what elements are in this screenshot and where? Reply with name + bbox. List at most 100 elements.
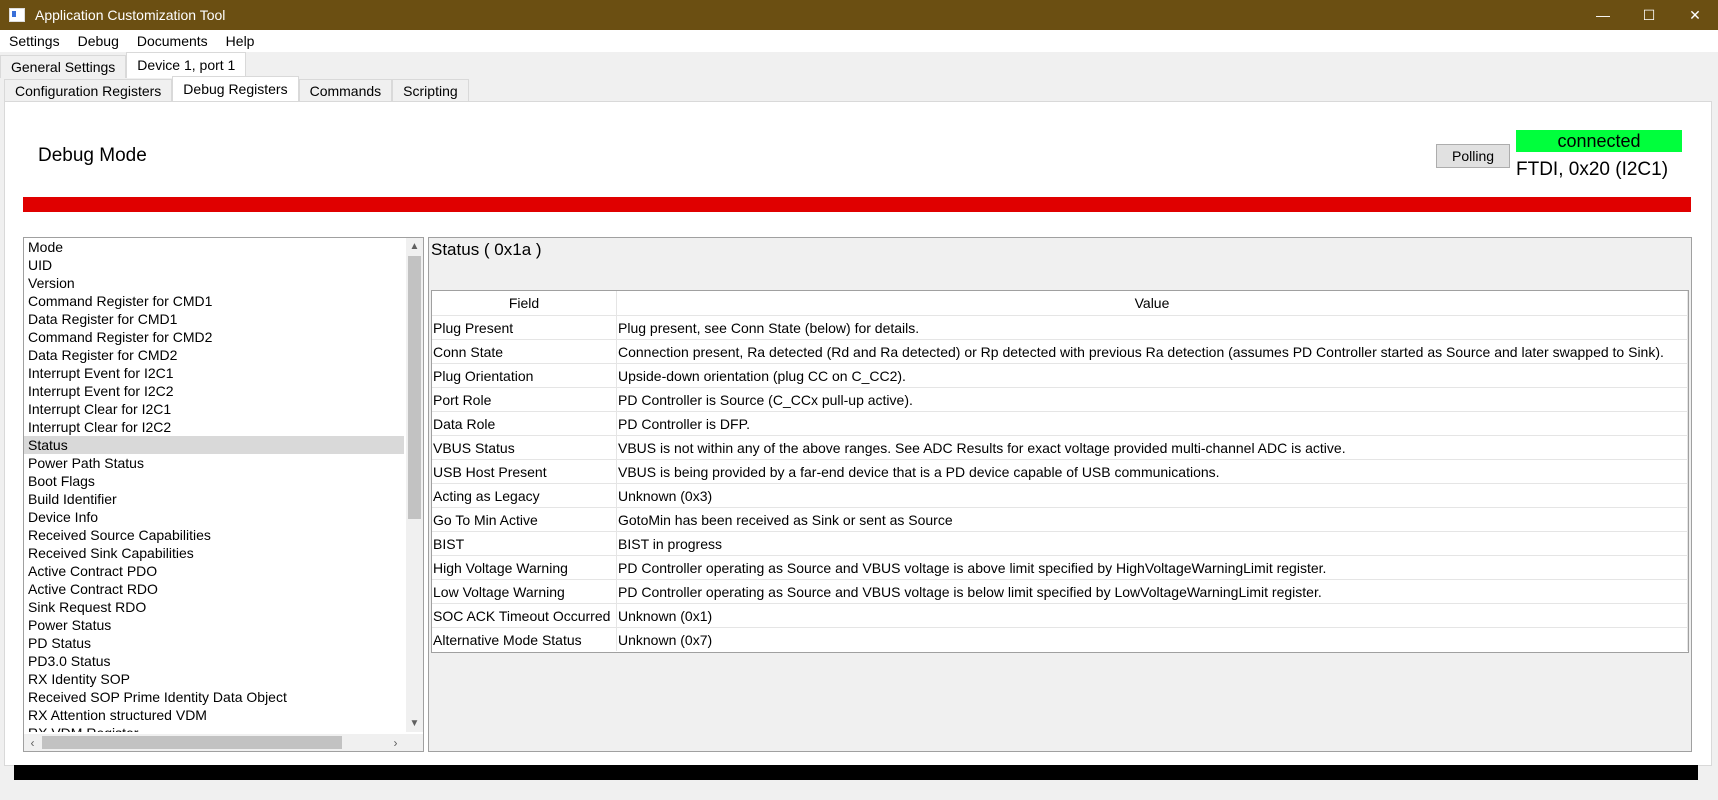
list-item[interactable]: Interrupt Event for I2C1: [24, 364, 404, 382]
menu-help[interactable]: Help: [217, 33, 264, 49]
field-cell: Plug Present: [432, 315, 617, 340]
table-row[interactable]: Plug Present Plug present, see Conn State…: [432, 315, 1688, 340]
value-cell: PD Controller is DFP.: [616, 411, 1688, 436]
field-cell: USB Host Present: [432, 459, 617, 484]
value-cell: Unknown (0x1): [616, 603, 1688, 628]
table-row[interactable]: VBUS Status VBUS is not within any of the…: [432, 435, 1688, 460]
list-item[interactable]: Command Register for CMD2: [24, 328, 404, 346]
value-cell: PD Controller operating as Source and VB…: [616, 555, 1688, 580]
list-item[interactable]: Active Contract PDO: [24, 562, 404, 580]
vertical-scrollbar[interactable]: ▲ ▼: [406, 238, 423, 732]
table-row[interactable]: Data Role PD Controller is DFP.: [432, 411, 1688, 436]
list-item[interactable]: RX VDM Register: [24, 724, 404, 732]
minimize-icon[interactable]: —: [1580, 0, 1626, 30]
list-item[interactable]: Status: [24, 436, 404, 454]
scroll-right-icon[interactable]: ›: [387, 734, 404, 751]
table-row[interactable]: SOC ACK Timeout Occurred Unknown (0x1): [432, 603, 1688, 628]
value-cell: BIST in progress: [616, 531, 1688, 556]
list-item[interactable]: Command Register for CMD1: [24, 292, 404, 310]
register-tabs: Configuration Registers Debug Registers …: [4, 76, 469, 102]
connection-info: FTDI, 0x20 (I2C1): [1516, 159, 1669, 180]
close-icon[interactable]: ✕: [1672, 0, 1718, 30]
table-row[interactable]: High Voltage Warning PD Controller operat…: [432, 555, 1688, 580]
tab-device-1-port-1[interactable]: Device 1, port 1: [126, 52, 247, 78]
table-row[interactable]: Port Role PD Controller is Source (C_CCx …: [432, 387, 1688, 412]
tab-scripting[interactable]: Scripting: [392, 79, 469, 102]
field-cell: Go To Min Active: [432, 507, 617, 532]
tab-configuration-registers[interactable]: Configuration Registers: [4, 79, 173, 102]
table-row[interactable]: BIST BIST in progress: [432, 531, 1688, 556]
field-cell: Plug Orientation: [432, 363, 617, 388]
tab-general-settings[interactable]: General Settings: [0, 55, 127, 78]
scroll-left-icon[interactable]: ‹: [24, 734, 41, 751]
polling-button[interactable]: Polling: [1436, 144, 1510, 168]
list-item[interactable]: Interrupt Event for I2C2: [24, 382, 404, 400]
tab-debug-registers[interactable]: Debug Registers: [172, 76, 299, 102]
list-item[interactable]: Power Status: [24, 616, 404, 634]
connection-status-badge: connected: [1516, 130, 1682, 152]
list-item[interactable]: Data Register for CMD1: [24, 310, 404, 328]
page-title: Debug Mode: [38, 145, 147, 166]
list-item[interactable]: PD3.0 Status: [24, 652, 404, 670]
title-bar: Application Customization Tool — ☐ ✕: [0, 0, 1718, 30]
list-item[interactable]: Interrupt Clear for I2C2: [24, 418, 404, 436]
table-row[interactable]: Plug Orientation Upside-down orientation …: [432, 363, 1688, 388]
field-cell: Data Role: [432, 411, 617, 436]
table-row[interactable]: Conn State Connection present, Ra detecte…: [432, 339, 1688, 364]
list-item[interactable]: Mode: [24, 238, 404, 256]
horizontal-scroll-thumb[interactable]: [42, 736, 342, 749]
maximize-icon[interactable]: ☐: [1626, 0, 1672, 30]
table-row[interactable]: Low Voltage Warning PD Controller operati…: [432, 579, 1688, 604]
value-cell: Unknown (0x3): [616, 483, 1688, 508]
value-cell: PD Controller is Source (C_CCx pull-up a…: [616, 387, 1688, 412]
list-item[interactable]: Device Info: [24, 508, 404, 526]
app-icon: [9, 8, 25, 22]
scroll-up-icon[interactable]: ▲: [406, 238, 423, 255]
menu-settings[interactable]: Settings: [0, 33, 69, 49]
list-item[interactable]: RX Attention structured VDM: [24, 706, 404, 724]
field-cell: Conn State: [432, 339, 617, 364]
value-cell: GotoMin has been received as Sink or sen…: [616, 507, 1688, 532]
value-cell: PD Controller operating as Source and VB…: [616, 579, 1688, 604]
list-item[interactable]: RX Identity SOP: [24, 670, 404, 688]
menu-debug[interactable]: Debug: [69, 33, 128, 49]
list-item[interactable]: Boot Flags: [24, 472, 404, 490]
field-cell: VBUS Status: [432, 435, 617, 460]
value-cell: VBUS is not within any of the above rang…: [616, 435, 1688, 460]
field-cell: Low Voltage Warning: [432, 579, 617, 604]
table-row[interactable]: USB Host Present VBUS is being provided b…: [432, 459, 1688, 484]
table-row[interactable]: Alternative Mode Status Unknown (0x7): [432, 627, 1688, 651]
list-item[interactable]: Received Source Capabilities: [24, 526, 404, 544]
vertical-scroll-thumb[interactable]: [408, 256, 421, 519]
tab-commands[interactable]: Commands: [298, 79, 393, 102]
column-header-field: Field: [432, 291, 617, 316]
list-item[interactable]: Interrupt Clear for I2C1: [24, 400, 404, 418]
register-list: Mode UID Version Command Register for CMD1 D…: [23, 237, 424, 752]
table-row[interactable]: Acting as Legacy Unknown (0x3): [432, 483, 1688, 508]
list-item[interactable]: Version: [24, 274, 404, 292]
scroll-down-icon[interactable]: ▼: [406, 715, 423, 732]
horizontal-scrollbar[interactable]: ‹ ›: [24, 734, 421, 751]
field-cell: Alternative Mode Status: [432, 627, 617, 651]
status-bar-red: [23, 197, 1691, 212]
field-cell: BIST: [432, 531, 617, 556]
table-row[interactable]: Go To Min Active GotoMin has been receive…: [432, 507, 1688, 532]
window-controls: — ☐ ✕: [1580, 0, 1718, 30]
value-cell: VBUS is being provided by a far-end devi…: [616, 459, 1688, 484]
menu-documents[interactable]: Documents: [128, 33, 217, 49]
window-title: Application Customization Tool: [35, 7, 226, 23]
value-cell: Plug present, see Conn State (below) for…: [616, 315, 1688, 340]
list-item[interactable]: Data Register for CMD2: [24, 346, 404, 364]
list-item[interactable]: PD Status: [24, 634, 404, 652]
value-cell: Connection present, Ra detected (Rd and …: [616, 339, 1688, 364]
list-item[interactable]: Build Identifier: [24, 490, 404, 508]
list-item[interactable]: Sink Request RDO: [24, 598, 404, 616]
register-detail-panel: Status ( 0x1a ) Field Value Plug Present…: [428, 237, 1692, 752]
list-item[interactable]: UID: [24, 256, 404, 274]
register-fields-table: Field Value Plug Present Plug present, se…: [431, 290, 1689, 653]
list-item[interactable]: Received Sink Capabilities: [24, 544, 404, 562]
list-item[interactable]: Received SOP Prime Identity Data Object: [24, 688, 404, 706]
list-item[interactable]: Power Path Status: [24, 454, 404, 472]
menu-bar: Settings Debug Documents Help: [0, 30, 1718, 52]
list-item[interactable]: Active Contract RDO: [24, 580, 404, 598]
